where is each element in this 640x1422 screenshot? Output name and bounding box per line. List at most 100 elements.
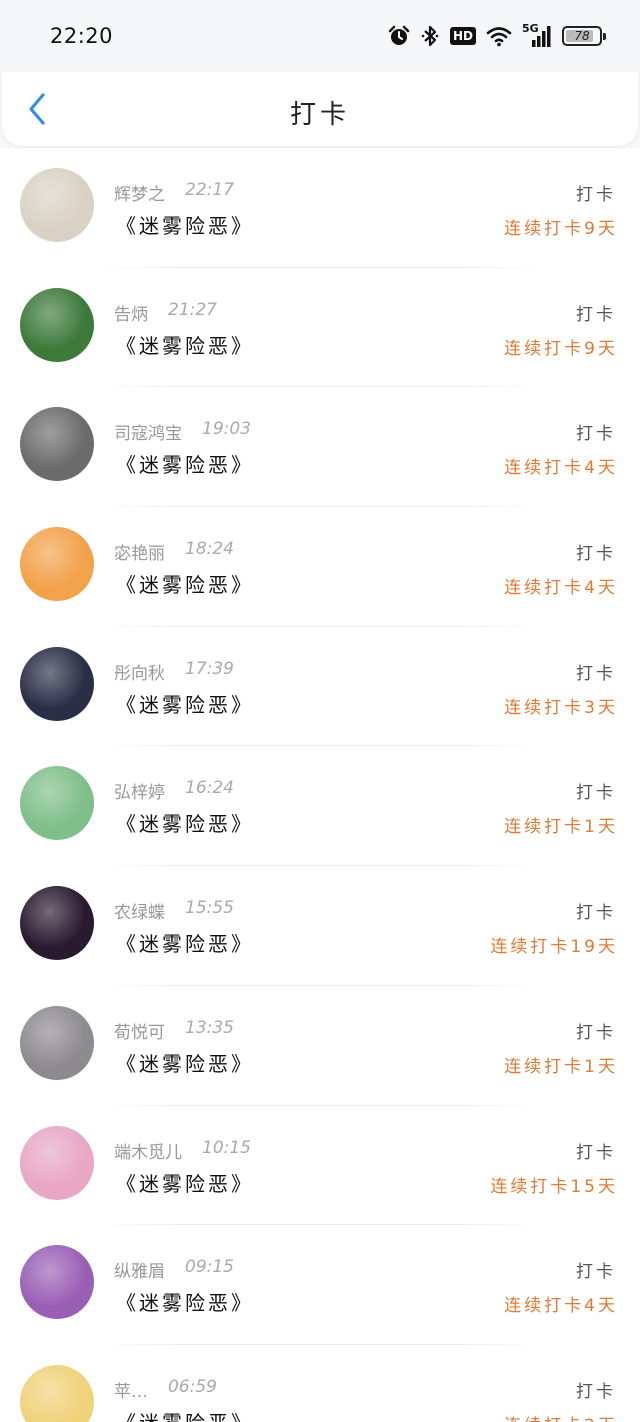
name-line: 司寇鸿宝 19:03 bbox=[114, 419, 251, 444]
book-title[interactable]: 《迷雾险恶》 bbox=[116, 210, 254, 239]
checkin-time: 09:15 bbox=[185, 1257, 234, 1278]
avatar[interactable] bbox=[20, 646, 94, 721]
user-name[interactable]: 司寇鸿宝 bbox=[114, 419, 182, 444]
name-line: 彤向秋 17:39 bbox=[114, 659, 234, 684]
user-name[interactable]: 宓艳丽 bbox=[114, 539, 165, 564]
name-line: 农绿蝶 15:55 bbox=[114, 898, 234, 923]
checkin-row[interactable]: 宓艳丽 18:24 《迷雾险恶》 打卡连续打卡4天 bbox=[0, 507, 640, 627]
name-line: 告炳 21:27 bbox=[114, 300, 217, 325]
checkin-row[interactable]: 纵雅眉 09:15 《迷雾险恶》 打卡连续打卡4天 bbox=[0, 1225, 640, 1345]
alarm-icon bbox=[388, 25, 410, 47]
checkin-action-label: 打卡 bbox=[576, 1262, 616, 1283]
battery-level: 78 bbox=[574, 29, 590, 43]
avatar[interactable] bbox=[20, 287, 94, 362]
checkin-time: 16:24 bbox=[185, 778, 234, 799]
checkin-row[interactable]: 荀悦可 13:35 《迷雾险恶》 打卡连续打卡1天 bbox=[0, 986, 640, 1106]
avatar[interactable] bbox=[20, 886, 94, 961]
checkin-row[interactable]: 辉梦之 22:17 《迷雾险恶》 打卡连续打卡9天 bbox=[0, 148, 640, 268]
status-time: 22:20 bbox=[50, 24, 114, 48]
checkin-action-label: 打卡 bbox=[576, 1142, 616, 1163]
checkin-list[interactable]: 辉梦之 22:17 《迷雾险恶》 打卡 连续打卡9天 告炳 21:27 《迷雾险恶》 打卡 连续打… bbox=[0, 148, 640, 1422]
page-title: 打卡 bbox=[289, 100, 350, 130]
streak-label: 连续打卡15天 bbox=[490, 1176, 618, 1197]
book-title[interactable]: 《迷雾险恶》 bbox=[116, 330, 254, 359]
avatar[interactable] bbox=[20, 1125, 94, 1200]
user-name[interactable]: 弘梓婷 bbox=[114, 778, 165, 803]
avatar[interactable] bbox=[20, 1245, 94, 1320]
book-title[interactable]: 《迷雾险恶》 bbox=[116, 808, 254, 837]
checkin-row[interactable]: 农绿蝶 15:55 《迷雾险恶》 打卡连续打卡19天 bbox=[0, 866, 640, 986]
streak-label: 连续打卡9天 bbox=[504, 219, 618, 239]
book-title[interactable]: 《迷雾险恶》 bbox=[116, 1048, 254, 1077]
checkin-time: 10:15 bbox=[202, 1137, 251, 1158]
checkin-row[interactable]: 弘梓婷 16:24 《迷雾险恶》 打卡连续打卡1天 bbox=[0, 746, 640, 866]
avatar[interactable] bbox=[20, 1364, 94, 1422]
checkin-row[interactable]: 端木觅儿 10:15 《迷雾险恶》 打卡连续打卡15天 bbox=[0, 1106, 640, 1226]
battery-icon: 78 bbox=[562, 26, 606, 46]
status-bar: 22:20 HD 5G 78 bbox=[0, 0, 640, 72]
name-line: 苹… 06:59 bbox=[114, 1377, 217, 1402]
book-title[interactable]: 《迷雾险恶》 bbox=[116, 928, 254, 957]
checkin-row[interactable]: 彤向秋 17:39 《迷雾险恶》 打卡连续打卡3天 bbox=[0, 627, 640, 747]
name-line: 弘梓婷 16:24 bbox=[114, 778, 234, 803]
book-title[interactable]: 《迷雾险恶》 bbox=[116, 1407, 254, 1422]
streak-label: 连续打卡4天 bbox=[504, 578, 618, 599]
wifi-icon bbox=[486, 25, 512, 47]
user-name[interactable]: 农绿蝶 bbox=[114, 898, 165, 923]
avatar[interactable] bbox=[20, 1005, 94, 1080]
user-name[interactable]: 告炳 bbox=[114, 300, 148, 325]
checkin-action-label: 打卡 bbox=[576, 903, 616, 924]
checkin-row[interactable]: 司寇鸿宝 19:03 《迷雾险恶》 打卡连续打卡4天 bbox=[0, 387, 640, 507]
checkin-action-label: 打卡 bbox=[576, 663, 616, 684]
avatar[interactable] bbox=[20, 168, 94, 242]
user-name[interactable]: 苹… bbox=[114, 1377, 148, 1402]
checkin-action-label: 打卡 bbox=[576, 304, 616, 325]
user-name[interactable]: 端木觅儿 bbox=[114, 1138, 182, 1163]
book-title[interactable]: 《迷雾险恶》 bbox=[116, 1168, 254, 1197]
streak-label: 连续打卡9天 bbox=[504, 338, 618, 359]
checkin-action-label: 打卡 bbox=[576, 424, 616, 445]
checkin-time: 22:17 bbox=[185, 180, 234, 200]
checkin-time: 21:27 bbox=[168, 299, 217, 320]
streak-label: 连续打卡19天 bbox=[490, 937, 618, 958]
hd-icon: HD bbox=[449, 27, 476, 45]
streak-label: 连续打卡3天 bbox=[504, 697, 618, 718]
name-line: 辉梦之 22:17 bbox=[114, 180, 234, 205]
checkin-row[interactable]: 告炳 21:27 《迷雾险恶》 打卡连续打卡9天 bbox=[0, 268, 640, 388]
user-name[interactable]: 纵雅眉 bbox=[114, 1257, 165, 1282]
streak-label: 连续打卡1天 bbox=[504, 1056, 618, 1077]
header: 打卡 bbox=[2, 72, 638, 146]
avatar[interactable] bbox=[20, 407, 94, 482]
user-name[interactable]: 辉梦之 bbox=[114, 180, 165, 205]
user-name[interactable]: 荀悦可 bbox=[114, 1018, 165, 1043]
name-line: 端木觅儿 10:15 bbox=[114, 1138, 251, 1163]
avatar[interactable] bbox=[20, 766, 94, 841]
streak-label: 连续打卡4天 bbox=[504, 458, 618, 479]
checkin-time: 06:59 bbox=[168, 1376, 217, 1397]
checkin-time: 19:03 bbox=[202, 419, 251, 440]
checkin-action-label: 打卡 bbox=[576, 544, 616, 565]
streak-label: 连续打卡4天 bbox=[504, 1296, 618, 1317]
streak-label: 连续打卡1天 bbox=[504, 817, 618, 838]
checkin-action-label: 打卡 bbox=[576, 1381, 616, 1402]
checkin-row[interactable]: 苹… 06:59 《迷雾险恶》 打卡连续打卡2天 bbox=[0, 1345, 640, 1422]
streak-label: 连续打卡2天 bbox=[504, 1411, 618, 1422]
checkin-time: 13:35 bbox=[185, 1017, 234, 1038]
book-title[interactable]: 《迷雾险恶》 bbox=[116, 689, 254, 718]
name-line: 纵雅眉 09:15 bbox=[114, 1257, 234, 1282]
name-line: 宓艳丽 18:24 bbox=[114, 539, 234, 564]
book-title[interactable]: 《迷雾险恶》 bbox=[116, 569, 254, 598]
checkin-action-label: 打卡 bbox=[576, 783, 616, 804]
checkin-time: 17:39 bbox=[185, 658, 234, 679]
signal-5g-icon: 5G bbox=[522, 22, 552, 48]
checkin-action-label: 打卡 bbox=[576, 1022, 616, 1043]
checkin-action-label: 打卡 bbox=[576, 185, 616, 205]
name-line: 荀悦可 13:35 bbox=[114, 1018, 234, 1043]
avatar[interactable] bbox=[20, 527, 94, 602]
status-icons: HD 5G 78 bbox=[388, 22, 606, 50]
user-name[interactable]: 彤向秋 bbox=[114, 659, 165, 684]
bluetooth-icon bbox=[420, 25, 440, 47]
book-title[interactable]: 《迷雾险恶》 bbox=[116, 449, 254, 478]
checkin-time: 15:55 bbox=[185, 898, 234, 919]
book-title[interactable]: 《迷雾险恶》 bbox=[116, 1287, 254, 1316]
